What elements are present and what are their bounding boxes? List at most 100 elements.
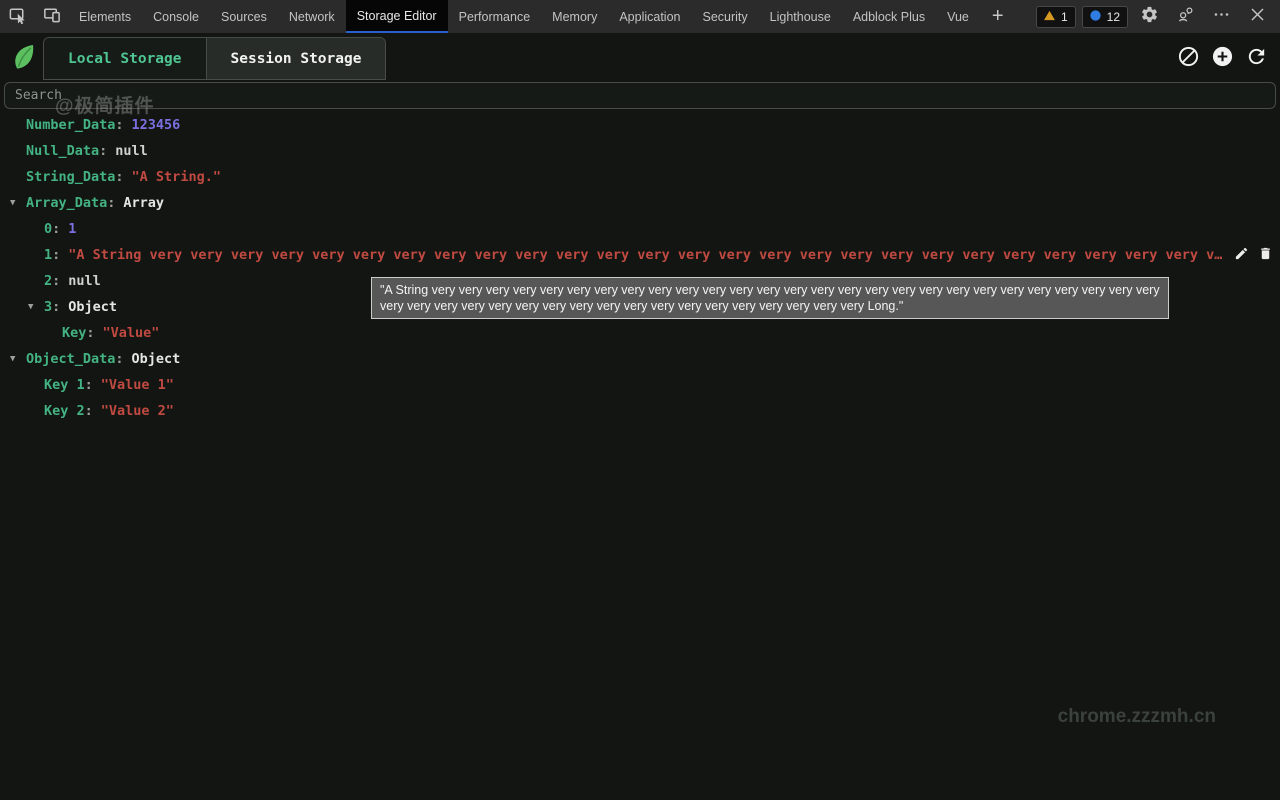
tree-value: 123456 <box>132 117 181 133</box>
tree-key: String_Data <box>26 169 115 185</box>
devtools-bar-right: 1 12 <box>1036 0 1280 33</box>
tab-vue[interactable]: Vue <box>936 0 980 33</box>
tree-value: 1 <box>68 221 76 237</box>
leaf-icon <box>9 42 39 72</box>
person-bubble-icon <box>1176 5 1195 29</box>
tab-security[interactable]: Security <box>691 0 758 33</box>
tree-value: "A String." <box>132 169 221 185</box>
tree-key: Key 2 <box>44 403 85 419</box>
three-dots-icon <box>1212 5 1231 29</box>
tab-performance[interactable]: Performance <box>448 0 542 33</box>
tab-local-storage[interactable]: Local Storage <box>44 38 206 79</box>
row-actions <box>1228 246 1280 265</box>
tree-row-string-data[interactable]: String_Data: "A String." <box>0 164 1280 190</box>
tree-key: Number_Data <box>26 117 115 133</box>
colon: : <box>85 377 93 393</box>
expander-arrow-icon[interactable]: ▼ <box>10 198 26 208</box>
colon: : <box>115 169 123 185</box>
tree-row-array-data[interactable]: ▼ Array_Data: Array <box>0 190 1280 216</box>
tree-row-array-1[interactable]: 1: "A String very very very very very ver… <box>0 242 1280 268</box>
tree-key: 1 <box>44 247 52 263</box>
tab-memory[interactable]: Memory <box>541 0 608 33</box>
feedback-profile-button[interactable] <box>1170 5 1200 29</box>
footer-watermark: chrome.zzzmh.cn <box>1058 706 1216 728</box>
inspect-icon <box>8 5 27 29</box>
tree-value: null <box>115 143 148 159</box>
tab-elements[interactable]: Elements <box>68 0 142 33</box>
colon: : <box>86 325 94 341</box>
storage-actions <box>1177 45 1268 68</box>
expander-arrow-icon[interactable]: ▼ <box>10 354 26 364</box>
colon: : <box>99 143 107 159</box>
circle-slash-icon <box>1177 55 1200 72</box>
devtools-tabs: Elements Console Sources Network Storage… <box>68 0 1016 33</box>
refresh-icon <box>1245 55 1268 72</box>
colon: : <box>85 403 93 419</box>
add-item-button[interactable] <box>1211 45 1234 68</box>
inspect-element-button[interactable] <box>0 0 34 33</box>
device-toolbar-icon <box>42 5 61 29</box>
tab-session-storage[interactable]: Session Storage <box>206 38 386 79</box>
warnings-count: 1 <box>1061 10 1068 24</box>
tree-value: Object <box>132 351 181 367</box>
colon: : <box>52 247 60 263</box>
search-row <box>0 80 1280 109</box>
tree-row-array-0[interactable]: 0:1 <box>0 216 1280 242</box>
warnings-badge[interactable]: 1 <box>1036 6 1076 28</box>
issues-badge[interactable]: 12 <box>1082 6 1128 28</box>
tree-row-key-2[interactable]: Key 2: "Value 2" <box>0 398 1280 424</box>
tree-value: "Value" <box>103 325 160 341</box>
colon: : <box>52 299 60 315</box>
tree-value: "Value 1" <box>101 377 174 393</box>
warning-triangle-icon <box>1043 9 1056 25</box>
device-toolbar-button[interactable] <box>34 0 68 33</box>
devtools-tab-bar: Elements Console Sources Network Storage… <box>0 0 1280 33</box>
tree-key: Array_Data <box>26 195 107 211</box>
colon: : <box>107 195 115 211</box>
settings-button[interactable] <box>1134 5 1164 29</box>
expander-arrow-icon[interactable]: ▼ <box>28 302 44 312</box>
tree-row-object-key[interactable]: Key: "Value" <box>0 320 1280 346</box>
tab-sources[interactable]: Sources <box>210 0 278 33</box>
colon: : <box>115 351 123 367</box>
tree-key: Key 1 <box>44 377 85 393</box>
tab-application[interactable]: Application <box>608 0 691 33</box>
storage-type-tabs: Local Storage Session Storage <box>43 37 386 80</box>
tree-value: "Value 2" <box>101 403 174 419</box>
close-icon <box>1248 5 1267 29</box>
tree-key: Object_Data <box>26 351 115 367</box>
edit-pencil-icon[interactable] <box>1234 246 1249 265</box>
plus-circle-icon <box>1211 55 1234 72</box>
tree-key: 3 <box>44 299 52 315</box>
tab-network[interactable]: Network <box>278 0 346 33</box>
tab-adblock-plus[interactable]: Adblock Plus <box>842 0 936 33</box>
more-tabs-button[interactable]: + <box>980 0 1016 33</box>
close-devtools-button[interactable] <box>1242 5 1272 29</box>
tree-value: Array <box>123 195 164 211</box>
colon: : <box>52 273 60 289</box>
delete-trash-icon[interactable] <box>1258 246 1273 265</box>
tree-row-key-1[interactable]: Key 1: "Value 1" <box>0 372 1280 398</box>
tree-key: 2 <box>44 273 52 289</box>
more-options-button[interactable] <box>1206 5 1236 29</box>
colon: : <box>52 221 60 237</box>
tree-key: 0 <box>44 221 52 237</box>
tree-row-number-data[interactable]: Number_Data:123456 <box>0 112 1280 138</box>
gear-icon <box>1140 5 1159 29</box>
tree-key: Null_Data <box>26 143 99 159</box>
issues-circle-icon <box>1089 9 1102 25</box>
tab-lighthouse[interactable]: Lighthouse <box>759 0 842 33</box>
search-input[interactable] <box>4 82 1276 109</box>
colon: : <box>115 117 123 133</box>
tree-key: Key <box>62 325 86 341</box>
storage-tree: Number_Data:123456 Null_Data:null String… <box>0 109 1280 424</box>
clear-all-button[interactable] <box>1177 45 1200 68</box>
refresh-button[interactable] <box>1245 45 1268 68</box>
tab-console[interactable]: Console <box>142 0 210 33</box>
tree-value-truncated: "A String very very very very very very … <box>68 247 1228 263</box>
value-tooltip: "A String very very very very very very … <box>371 277 1169 319</box>
tree-row-object-data[interactable]: ▼ Object_Data: Object <box>0 346 1280 372</box>
issues-count: 12 <box>1107 10 1120 24</box>
tree-row-null-data[interactable]: Null_Data: null <box>0 138 1280 164</box>
tab-storage-editor[interactable]: Storage Editor <box>346 0 448 33</box>
